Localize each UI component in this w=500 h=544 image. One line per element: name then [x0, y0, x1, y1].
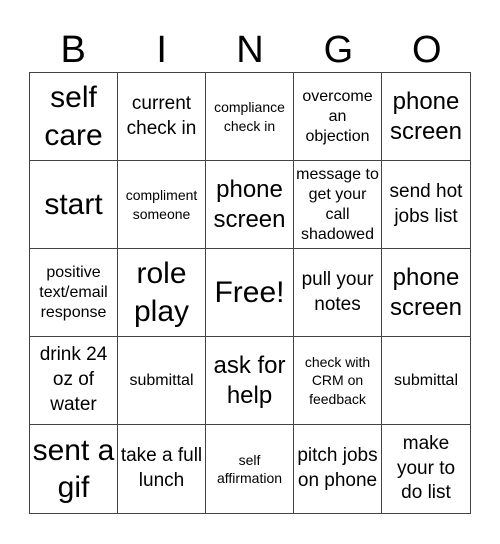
bingo-cell[interactable]: self care [30, 73, 118, 161]
bingo-cell[interactable]: role play [118, 249, 206, 337]
bingo-cell[interactable]: make your to do list [382, 425, 470, 513]
bingo-cell-text: send hot jobs list [389, 180, 463, 227]
bingo-cell-text: make your to do list [396, 432, 456, 504]
header-letter-n: N [236, 29, 264, 71]
bingo-cell[interactable]: submittal [382, 337, 470, 425]
bingo-cell[interactable]: check with CRM on feedback [294, 337, 382, 425]
bingo-cell[interactable]: take a full lunch [118, 425, 206, 513]
bingo-cell-text: phone screen [389, 264, 463, 321]
bingo-cell[interactable]: ask for help [206, 337, 294, 425]
bingo-cell-text: pull your notes [301, 268, 374, 315]
bingo-cell-text: take a full lunch [120, 445, 203, 491]
bingo-cell-text: compliment someone [125, 187, 198, 222]
bingo-cell-text: self care [44, 81, 103, 152]
bingo-cell-text: self affirmation [216, 451, 283, 486]
bingo-cell[interactable]: compliance check in [206, 73, 294, 161]
bingo-cell-text: start [44, 187, 103, 221]
bingo-cell-text: submittal [129, 371, 194, 389]
bingo-cell-text: phone screen [389, 88, 463, 145]
bingo-cell[interactable]: self affirmation [206, 425, 294, 513]
bingo-cell[interactable]: drink 24 oz of water [30, 337, 118, 425]
bingo-cell[interactable]: overcome an objection [294, 73, 382, 161]
bingo-cell[interactable]: pull your notes [294, 249, 382, 337]
bingo-cell-text: overcome an objection [302, 87, 373, 145]
bingo-cell-text: Free! [214, 275, 285, 309]
bingo-cell-text: positive text/email response [39, 263, 108, 321]
bingo-cell-text: compliance check in [214, 99, 285, 134]
bingo-cell[interactable]: compliment someone [118, 161, 206, 249]
bingo-cell[interactable]: phone screen [206, 161, 294, 249]
bingo-cell[interactable]: send hot jobs list [382, 161, 470, 249]
bingo-cell-text: check with CRM on feedback [304, 354, 371, 407]
bingo-cell[interactable]: phone screen [382, 249, 470, 337]
bingo-cell-text: role play [133, 257, 190, 328]
bingo-cell[interactable]: phone screen [382, 73, 470, 161]
bingo-cell[interactable]: positive text/email response [30, 249, 118, 337]
bingo-cell[interactable]: start [30, 161, 118, 249]
header-letter-i: I [156, 29, 167, 71]
header-letter-b: B [60, 29, 86, 71]
header-letter-o: O [412, 29, 442, 71]
bingo-cell-text: pitch jobs on phone [297, 445, 378, 491]
bingo-cell[interactable]: message to get your call shadowed [294, 161, 382, 249]
bingo-cell-text: message to get your call shadowed [296, 165, 379, 243]
bingo-free-space[interactable]: Free! [206, 249, 294, 337]
bingo-cell[interactable]: sent a gif [30, 425, 118, 513]
bingo-cell-text: ask for help [213, 352, 286, 409]
bingo-cell-text: sent a gif [32, 433, 115, 505]
bingo-card-grid: self care current check in compliance chec… [29, 72, 471, 514]
bingo-header: B I N G O [29, 28, 471, 72]
bingo-cell-text: submittal [393, 371, 459, 389]
bingo-cell[interactable]: current check in [118, 73, 206, 161]
bingo-cell-text: drink 24 oz of water [39, 344, 108, 415]
bingo-cell-text: current check in [126, 92, 197, 139]
bingo-cell[interactable]: submittal [118, 337, 206, 425]
bingo-cell[interactable]: pitch jobs on phone [294, 425, 382, 513]
bingo-cell-text: phone screen [213, 176, 286, 233]
header-letter-g: G [323, 29, 354, 71]
